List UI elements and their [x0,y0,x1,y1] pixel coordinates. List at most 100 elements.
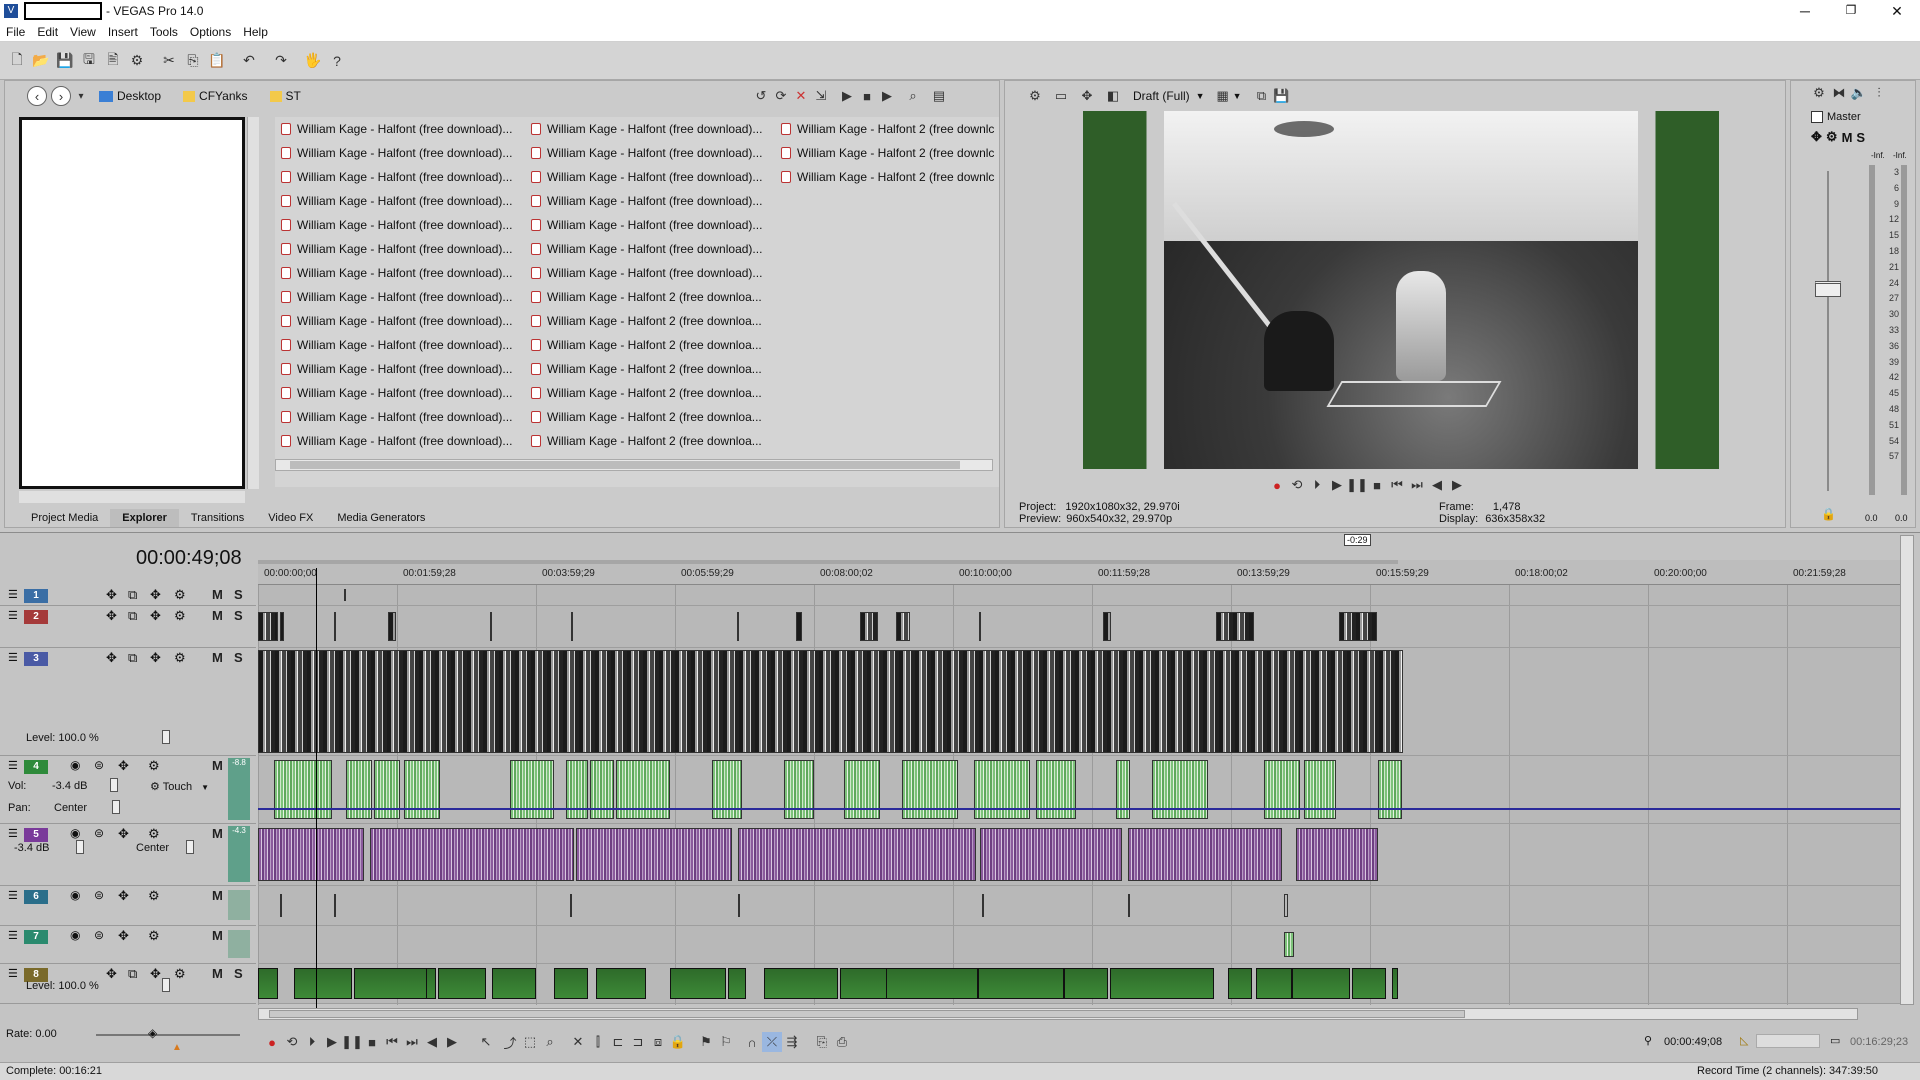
timeline-event[interactable] [370,828,574,881]
timeline-event[interactable] [490,612,492,641]
timeline-event[interactable] [1228,968,1252,999]
scroll-thumb[interactable] [290,461,960,469]
track-expand-icon[interactable]: ☰ [8,759,18,772]
track-header-1[interactable]: ☰ 1 ✥ ⧉ ✥ ⚙ M S [0,585,256,606]
timeline-event[interactable] [1064,968,1108,999]
timeline-event[interactable] [728,968,746,999]
media-file-item[interactable]: William Kage - Halfont (free download)..… [531,261,771,285]
mute-button[interactable]: M [212,650,223,665]
lock-events-icon[interactable]: 🔒 [668,1032,688,1052]
undo-icon[interactable]: ↶ [238,50,260,72]
track-gear-icon[interactable]: ⚙ [174,587,186,603]
track-expand-icon[interactable]: ☰ [8,967,18,980]
composite-mode-icon[interactable]: ⧉ [128,650,137,666]
preview-properties-icon[interactable]: ⚙ [1025,86,1045,106]
timeline-event[interactable] [1264,760,1300,819]
master-mute-button[interactable]: M [1842,130,1853,145]
pan-value[interactable]: Center [136,842,169,854]
loop-playback-icon[interactable]: ⟲ [1287,475,1307,495]
breadcrumb-desktop[interactable]: Desktop [99,89,161,103]
track-expand-icon[interactable]: ☰ [8,929,18,942]
enable-snapping-icon[interactable]: 🖐 [302,50,324,72]
mute-button[interactable]: M [212,966,223,981]
trim-icon[interactable]: ⫿ [588,1032,608,1052]
media-file-item[interactable]: William Kage - Halfont 2 (free downloa..… [531,429,771,453]
track-fx-icon[interactable]: ✥ [118,826,129,842]
lock-icon[interactable]: 🔒 [1821,507,1836,521]
save-as-icon[interactable]: 🖫 [78,50,100,72]
volume-slider-handle[interactable] [110,778,118,792]
timeline-event[interactable] [1352,968,1386,999]
timeline-event[interactable] [738,828,976,881]
timeline-event[interactable] [258,650,1403,753]
media-file-item[interactable]: William Kage - Halfont (free download)..… [281,165,521,189]
copy-snapshot-icon[interactable]: ⧉ [1252,86,1272,106]
track-expand-icon[interactable]: ☰ [8,827,18,840]
tree-hscrollbar[interactable] [19,491,245,503]
mixer-view-icon[interactable]: ⫶ [1869,83,1889,103]
loop-region-bar[interactable] [258,560,1398,564]
trim-end-icon[interactable]: ⊐ [628,1032,648,1052]
previous-frame-icon[interactable]: ◀ [1427,475,1447,495]
timeline-event[interactable] [1304,760,1336,819]
mute-button[interactable]: M [212,608,223,623]
media-file-item[interactable]: William Kage - Halfont 2 (free downloa..… [531,405,771,429]
pan-slider-handle[interactable] [112,800,120,814]
ripple-edit-icon[interactable]: ⇶ [782,1032,802,1052]
stop-icon[interactable]: ■ [362,1032,382,1052]
timeline-event[interactable] [492,968,536,999]
timeline-event[interactable] [294,968,352,999]
timeline-event[interactable] [334,612,336,641]
track-lane-5[interactable] [258,824,1903,886]
go-to-end-icon[interactable]: ⏭ [402,1032,422,1052]
timeline-event[interactable] [258,968,278,999]
timeline-event[interactable] [258,828,364,881]
invert-phase-icon[interactable]: ⊜ [94,758,104,772]
media-file-item[interactable]: William Kage - Halfont 2 (free downlc [781,117,995,141]
timeline-event[interactable] [670,968,726,999]
timecode-display[interactable]: 00:00:49;08 [136,547,242,570]
timeline-event[interactable] [738,894,740,917]
media-file-item[interactable]: William Kage - Halfont (free download)..… [281,141,521,165]
media-file-item[interactable]: William Kage - Halfont 2 (free downlc [781,165,995,189]
timeline-event[interactable] [860,612,878,641]
media-file-item[interactable]: William Kage - Halfont (free download)..… [531,189,771,213]
timeline-event[interactable] [1284,894,1288,917]
master-gear-icon[interactable]: ⚙ [1826,129,1838,145]
media-file-item[interactable]: William Kage - Halfont (free download)..… [531,213,771,237]
timeline-event[interactable] [1292,968,1350,999]
composite-mode-icon[interactable]: ⧉ [128,966,137,982]
normal-edit-tool-icon[interactable]: ↖ [476,1032,496,1052]
timeline-event[interactable] [554,968,588,999]
timeline-event[interactable] [354,968,428,999]
track-lane-4[interactable] [258,756,1903,824]
tree-scrollbar[interactable] [247,117,259,489]
timeline-event[interactable] [510,760,554,819]
next-frame-icon[interactable]: ▶ [1447,475,1467,495]
track-lane-8[interactable] [258,964,1903,1004]
timeline-event[interactable] [274,760,332,819]
stop-icon[interactable]: ■ [1367,475,1387,495]
timeline-event[interactable] [979,612,981,641]
overlays-icon[interactable]: ▦ [1213,86,1233,106]
media-file-item[interactable]: William Kage - Halfont (free download)..… [281,333,521,357]
save-snapshot-icon[interactable]: 💾 [1272,86,1292,106]
chevron-down-icon[interactable]: ▼ [1233,91,1242,101]
stop-preview-icon[interactable]: ■ [857,86,877,106]
media-file-item[interactable]: William Kage - Halfont (free download)..… [281,261,521,285]
track-gear-icon[interactable]: ⚙ [174,608,186,624]
insert-marker-icon[interactable]: ⚑ [696,1032,716,1052]
track-lane-6[interactable] [258,886,1903,926]
timeline-event[interactable] [764,968,838,999]
timeline-event[interactable] [344,589,346,601]
timeline-event[interactable] [1103,612,1111,641]
play-icon[interactable]: ▶ [322,1032,342,1052]
track-motion-icon[interactable]: ✥ [150,966,161,982]
timeline-event[interactable] [1296,828,1378,881]
timeline-event[interactable] [712,760,742,819]
solo-button[interactable]: S [234,608,243,623]
tab-media-generators[interactable]: Media Generators [325,509,437,527]
timeline-event[interactable] [280,612,284,641]
track-header-8[interactable]: ☰ 8 ✥ ⧉ ✥ ⚙ M S Level: 100.0 % [0,964,256,1004]
track-header-7[interactable]: ☰7◉⊜✥⚙MS [0,926,256,964]
